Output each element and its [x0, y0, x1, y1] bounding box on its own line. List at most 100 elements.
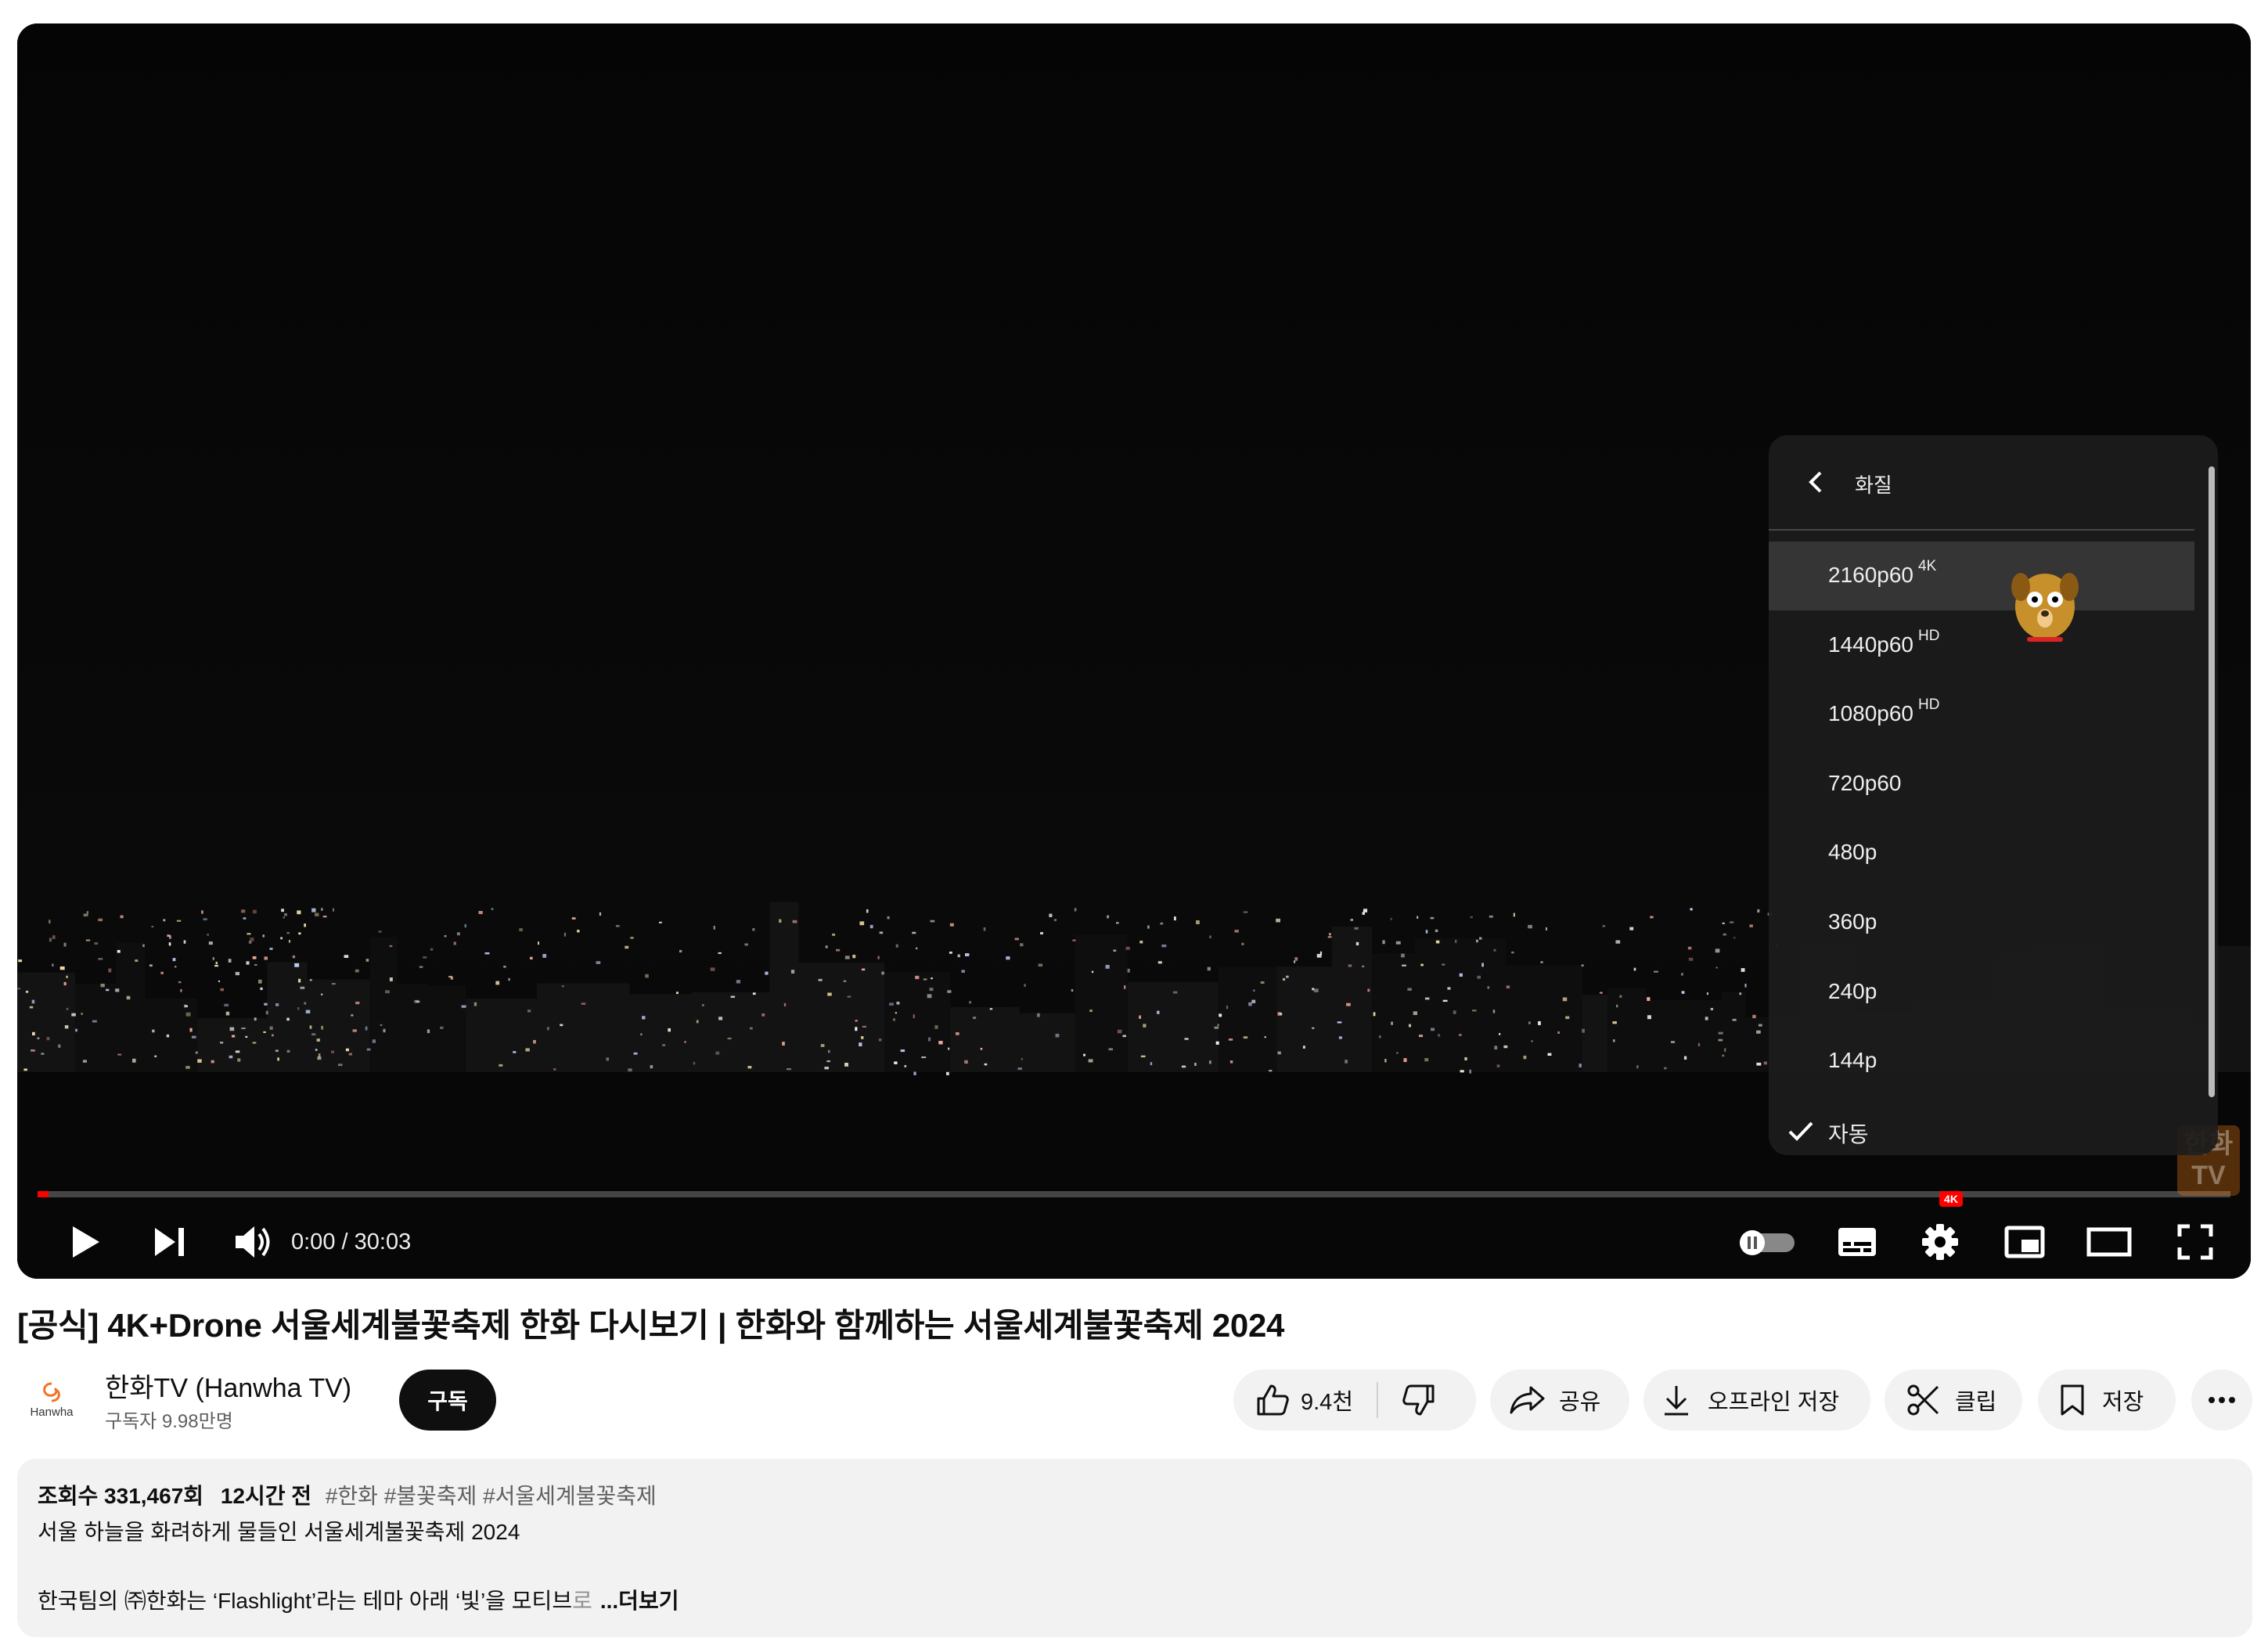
like-dislike-group: 9.4천 — [1233, 1370, 1476, 1431]
quality-option-text: 360p — [1828, 909, 1877, 934]
player-controls: 0:00 / 30:03 — [17, 1205, 2251, 1279]
quality-option-label: 2160p60 4K — [1828, 558, 1936, 588]
more-dots-icon — [2209, 1397, 2235, 1403]
quality-menu-scrollbar[interactable] — [2209, 466, 2215, 1097]
quality-option[interactable]: 1440p60 HD — [1769, 611, 2194, 680]
save-label: 저장 — [2102, 1390, 2144, 1415]
more-actions-button[interactable] — [2191, 1370, 2252, 1431]
save-button[interactable]: 저장 — [2038, 1370, 2176, 1431]
quality-menu-title: 화질 — [1855, 473, 1892, 497]
clip-button[interactable]: 클립 — [1885, 1370, 2022, 1431]
quality-option[interactable]: 360p — [1769, 888, 2194, 957]
volume-icon — [236, 1226, 270, 1258]
download-icon — [1665, 1386, 1688, 1416]
offline-save-button[interactable]: 오프라인 저장 — [1643, 1370, 1870, 1431]
quality-option[interactable]: 240p — [1769, 958, 2194, 1027]
like-count: 9.4천 — [1301, 1390, 1353, 1415]
offline-label: 오프라인 저장 — [1708, 1390, 1840, 1415]
settings-4k-badge: 4K — [1939, 1191, 1963, 1207]
description-line-2-fade: 로 — [572, 1589, 592, 1613]
settings-gear-icon — [1922, 1224, 1958, 1260]
time-current: 0:00 — [291, 1229, 336, 1254]
quality-option-label: 144p — [1828, 1048, 1877, 1073]
volume-button[interactable] — [222, 1215, 285, 1269]
quality-option-text: 2160p60 — [1828, 563, 1914, 587]
quality-option[interactable]: 720p60 — [1769, 750, 2194, 819]
like-button[interactable]: 9.4천 — [1233, 1370, 1377, 1431]
quality-option-tag: 4K — [1918, 558, 1937, 574]
checkmark-icon — [1788, 1121, 1813, 1141]
description-line-2-text: 한국팀의 ㈜한화는 ‘Flashlight’라는 테마 아래 ‘빛’을 모티브 — [38, 1589, 573, 1613]
quality-option-text: 자동 — [1828, 1121, 1869, 1146]
show-more-link[interactable]: ...더보기 — [600, 1589, 679, 1613]
scissors-icon — [1907, 1384, 1939, 1416]
dog-sticker — [2011, 573, 2079, 642]
quality-option-text: 1440p60 — [1828, 632, 1914, 657]
miniplayer-icon — [2004, 1226, 2045, 1258]
quality-option-label: 1080p60 HD — [1828, 697, 1939, 726]
quality-option[interactable]: 144p — [1769, 1027, 2194, 1096]
hanwha-logo-icon — [43, 1382, 60, 1402]
quality-option-text: 480p — [1828, 840, 1877, 865]
quality-option-label: 480p — [1828, 840, 1877, 865]
share-arrow-icon — [1510, 1386, 1545, 1414]
quality-option-text: 240p — [1828, 978, 1877, 1003]
description-box[interactable]: 조회수 331,467회 12시간 전 #한화 #불꽃축제 #서울세계불꽃축제 … — [17, 1459, 2252, 1637]
subscriber-count: 구독자 9.98만명 — [105, 1411, 233, 1432]
description-line-2: 한국팀의 ㈜한화는 ‘Flashlight’라는 테마 아래 ‘빛’을 모티브로… — [38, 1584, 679, 1615]
quality-option[interactable]: 1080p60 HD — [1769, 680, 2194, 749]
quality-option-label: 360p — [1828, 909, 1877, 934]
quality-menu: 화질 2160p60 4K 1440p60 HD 1080p60 HD 720p60 480p… — [1769, 435, 2218, 1155]
clip-label: 클립 — [1955, 1390, 1997, 1415]
play-button[interactable] — [58, 1215, 113, 1269]
subscribe-button[interactable]: 구독 — [399, 1370, 496, 1431]
subtitles-icon — [1838, 1228, 1876, 1256]
channel-name[interactable]: 한화TV (Hanwha TV) — [105, 1366, 351, 1405]
quality-option[interactable]: 480p — [1769, 819, 2194, 887]
quality-option[interactable]: 2160p60 4K — [1769, 542, 2194, 610]
quality-option-tag: HD — [1918, 697, 1940, 714]
hashtags[interactable]: #한화 #불꽃축제 #서울세계불꽃축제 — [326, 1484, 657, 1508]
progress-played — [38, 1191, 49, 1197]
quality-option-label: 1440p60 HD — [1828, 628, 1939, 657]
progress-bar[interactable] — [38, 1191, 2230, 1197]
quality-option-label: 240p — [1828, 979, 1877, 1004]
quality-menu-header[interactable]: 화질 — [1769, 435, 2194, 531]
quality-option-text: 1080p60 — [1828, 701, 1914, 726]
share-button[interactable]: 공유 — [1490, 1370, 1629, 1431]
view-count: 조회수 331,467회 — [38, 1484, 204, 1508]
channel-avatar[interactable]: Hanwha — [19, 1366, 85, 1432]
channel-logo-text: Hanwha — [30, 1405, 74, 1419]
upload-time: 12시간 전 — [220, 1484, 312, 1508]
fullscreen-icon — [2177, 1224, 2213, 1260]
quality-option-label: 720p60 — [1828, 771, 1901, 796]
share-label: 공유 — [1559, 1390, 1601, 1415]
back-chevron-icon[interactable] — [1800, 466, 1831, 498]
play-icon — [73, 1226, 99, 1258]
theater-mode-button[interactable] — [2074, 1215, 2144, 1269]
quality-option-text: 144p — [1828, 1048, 1877, 1073]
theater-mode-icon — [2086, 1227, 2132, 1257]
time-display: 0:00 / 30:03 — [291, 1222, 411, 1262]
next-icon — [155, 1228, 184, 1256]
video-title: [공식] 4K+Drone 서울세계불꽃축제 한화 다시보기 | 한화와 함께하… — [17, 1307, 1285, 1344]
quality-option-label: 자동 — [1828, 1118, 1869, 1149]
thumbs-down-icon — [1402, 1384, 1435, 1416]
quality-option[interactable]: 자동 — [1769, 1096, 2194, 1155]
bookmark-icon — [2061, 1384, 2084, 1416]
thumbs-up-icon — [1257, 1384, 1289, 1416]
description-meta: 조회수 331,467회 12시간 전 #한화 #불꽃축제 #서울세계불꽃축제 — [38, 1479, 657, 1510]
description-line-1: 서울 하늘을 화려하게 물들인 서울세계불꽃축제 2024 — [38, 1520, 520, 1544]
miniplayer-button[interactable] — [1991, 1215, 2058, 1269]
time-total: 30:03 — [354, 1229, 412, 1254]
settings-button[interactable] — [1906, 1215, 1974, 1269]
time-separator: / — [335, 1229, 355, 1254]
autoplay-toggle-icon — [1740, 1230, 1795, 1255]
quality-option-text: 720p60 — [1828, 770, 1902, 795]
next-button[interactable] — [142, 1215, 197, 1269]
quality-option-tag: HD — [1918, 627, 1940, 644]
fullscreen-button[interactable] — [2162, 1215, 2229, 1269]
subtitles-button[interactable] — [1823, 1215, 1891, 1269]
autoplay-toggle[interactable] — [1736, 1215, 1798, 1269]
dislike-button[interactable] — [1378, 1370, 1436, 1431]
